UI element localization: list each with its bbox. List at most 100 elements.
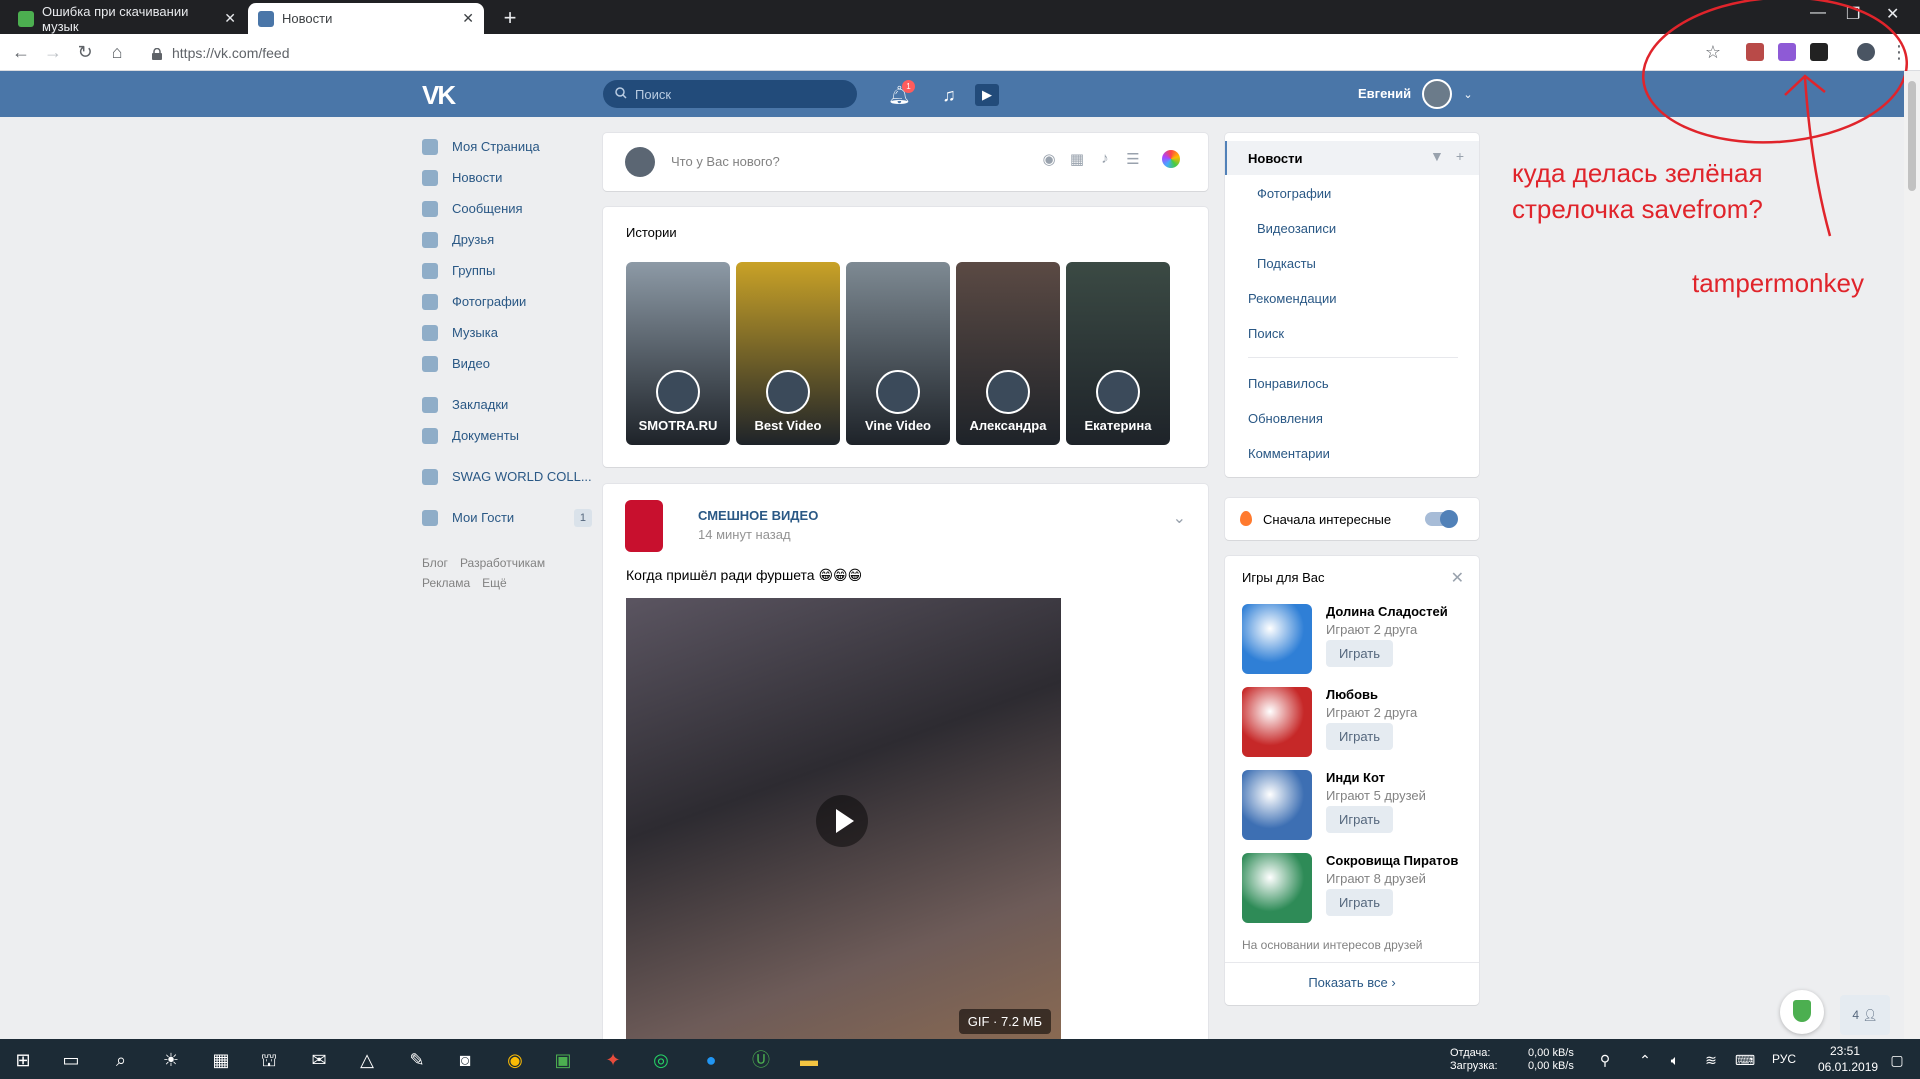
footer-link-ads[interactable]: Реклама: [422, 576, 470, 590]
windows-start-icon[interactable]: ⊞: [12, 1049, 34, 1071]
back-icon[interactable]: ←: [10, 41, 32, 63]
group-name[interactable]: СМЕШНОЕ ВИДЕО: [698, 508, 818, 523]
language-indicator[interactable]: РУС: [1772, 1053, 1796, 1066]
filter-item-podcasts[interactable]: Подкасты: [1225, 246, 1479, 280]
tab-close-icon[interactable]: ✕: [462, 10, 474, 27]
close-icon[interactable]: ✕: [1451, 568, 1464, 588]
store-icon[interactable]: ⛫: [258, 1049, 280, 1071]
whatsapp-icon[interactable]: ◎: [650, 1049, 672, 1071]
app-icon[interactable]: ✦: [602, 1049, 624, 1071]
task-view-icon[interactable]: ▭: [60, 1049, 82, 1071]
reload-icon[interactable]: ↻: [74, 41, 96, 63]
notepad-icon[interactable]: ▣: [552, 1049, 574, 1071]
tab-close-icon[interactable]: ✕: [224, 10, 236, 27]
user-avatar[interactable]: [1422, 79, 1452, 109]
menu-item-video[interactable]: Видео: [422, 348, 592, 379]
forward-icon[interactable]: →: [42, 41, 64, 63]
chrome-icon[interactable]: ◉: [504, 1049, 526, 1071]
search-icon[interactable]: ⌕: [110, 1049, 132, 1071]
story-item[interactable]: Vine Video: [846, 262, 950, 445]
menu-item-groups[interactable]: Группы: [422, 255, 592, 286]
user-name[interactable]: Евгений: [1358, 86, 1411, 101]
file-explorer-icon[interactable]: ▬: [798, 1049, 820, 1071]
vk-search[interactable]: [603, 80, 857, 108]
play-game-button[interactable]: Играть: [1326, 723, 1393, 750]
filter-item-comments[interactable]: Комментарии: [1225, 436, 1479, 470]
menu-item-group-swag[interactable]: SWAG WORLD COLL...: [422, 461, 592, 492]
game-name[interactable]: Инди Кот: [1326, 770, 1385, 785]
search-input[interactable]: [635, 86, 835, 102]
zoom-icon[interactable]: ●: [700, 1049, 722, 1071]
player-play-icon[interactable]: ▶: [975, 84, 999, 106]
music-icon[interactable]: ♪: [1096, 150, 1114, 168]
footer-link-developers[interactable]: Разработчикам: [460, 556, 545, 570]
game-thumbnail[interactable]: [1242, 687, 1312, 757]
chevron-down-icon[interactable]: ⌄: [1173, 508, 1186, 528]
browser-tab-active[interactable]: Новости ✕: [248, 3, 484, 34]
paint-icon[interactable]: ✎: [406, 1049, 428, 1071]
interesting-first-toggle[interactable]: [1425, 510, 1458, 528]
play-game-button[interactable]: Играть: [1326, 889, 1393, 916]
menu-item-news[interactable]: Новости: [422, 162, 592, 193]
menu-item-bookmarks[interactable]: Закладки: [422, 389, 592, 420]
menu-item-my-guests[interactable]: Мои Гости 1: [422, 502, 592, 533]
address-bar[interactable]: https://vk.com/feed: [140, 39, 1720, 66]
clock-time[interactable]: 23:51: [1830, 1045, 1860, 1058]
post-gif[interactable]: GIF · 7.2 МБ: [626, 598, 1061, 1044]
story-item[interactable]: SMOTRA.RU: [626, 262, 730, 445]
footer-link-more[interactable]: Ещё: [482, 576, 507, 590]
game-name[interactable]: Сокровища Пиратов: [1326, 853, 1458, 868]
notifications-center-icon[interactable]: ▢: [1886, 1049, 1908, 1071]
game-name[interactable]: Долина Сладостей: [1326, 604, 1448, 619]
filter-item-updates[interactable]: Обновления: [1225, 401, 1479, 435]
video-icon[interactable]: ▦: [1068, 150, 1086, 168]
rainbow-icon[interactable]: [1162, 150, 1180, 168]
tray-expand-icon[interactable]: ⌃: [1634, 1049, 1656, 1071]
filter-item-search[interactable]: Поиск: [1225, 316, 1479, 350]
filter-icon[interactable]: ▼: [1430, 148, 1444, 164]
browser-tab[interactable]: Ошибка при скачивании музык ✕: [8, 3, 246, 34]
page-scrollbar[interactable]: [1904, 71, 1920, 1039]
post-time[interactable]: 14 минут назад: [698, 527, 791, 542]
mail-icon[interactable]: ✉: [308, 1049, 330, 1071]
new-tab-icon[interactable]: +: [498, 5, 522, 31]
scrollbar-thumb[interactable]: [1908, 81, 1916, 191]
calculator-icon[interactable]: ▦: [210, 1049, 232, 1071]
filter-item-photos[interactable]: Фотографии: [1225, 176, 1479, 210]
play-game-button[interactable]: Играть: [1326, 640, 1393, 667]
utorrent-icon[interactable]: Ⓤ: [750, 1049, 772, 1071]
play-icon[interactable]: [816, 795, 868, 847]
chevron-down-icon[interactable]: ⌄: [1457, 84, 1479, 106]
clock-date[interactable]: 06.01.2019: [1818, 1061, 1878, 1074]
story-item[interactable]: Best Video: [736, 262, 840, 445]
camera-icon[interactable]: ◉: [1040, 150, 1058, 168]
game-thumbnail[interactable]: [1242, 770, 1312, 840]
filter-item-liked[interactable]: Понравилось: [1225, 366, 1479, 400]
composer-input[interactable]: Что у Вас нового?: [671, 154, 780, 169]
filter-item-recommendations[interactable]: Рекомендации: [1225, 281, 1479, 315]
music-icon[interactable]: ♫: [938, 84, 960, 106]
game-name[interactable]: Любовь: [1326, 687, 1378, 702]
game-thumbnail[interactable]: [1242, 604, 1312, 674]
menu-item-messages[interactable]: Сообщения: [422, 193, 592, 224]
filter-item-videos[interactable]: Видеозаписи: [1225, 211, 1479, 245]
show-all-link[interactable]: Показать все ›: [1225, 975, 1479, 990]
app-pyramid-icon[interactable]: △: [356, 1049, 378, 1071]
menu-item-friends[interactable]: Друзья: [422, 224, 592, 255]
footer-link-blog[interactable]: Блог: [422, 556, 448, 570]
menu-item-photos[interactable]: Фотографии: [422, 286, 592, 317]
article-icon[interactable]: ☰: [1124, 150, 1142, 168]
person-icon[interactable]: ⚲: [1594, 1049, 1616, 1071]
game-thumbnail[interactable]: [1242, 853, 1312, 923]
friends-online-button[interactable]: 4 👤︎: [1840, 995, 1890, 1035]
menu-item-music[interactable]: Музыка: [422, 317, 592, 348]
weather-icon[interactable]: ☀: [160, 1049, 182, 1071]
group-avatar[interactable]: [625, 500, 663, 552]
play-game-button[interactable]: Играть: [1326, 806, 1393, 833]
keyboard-icon[interactable]: ⌨: [1734, 1049, 1756, 1071]
shield-icon[interactable]: [1780, 990, 1824, 1034]
menu-item-my-page[interactable]: Моя Страница: [422, 131, 592, 162]
story-item[interactable]: Екатерина: [1066, 262, 1170, 445]
camera-app-icon[interactable]: ◙: [454, 1049, 476, 1071]
vk-logo-icon[interactable]: VK: [422, 80, 468, 110]
